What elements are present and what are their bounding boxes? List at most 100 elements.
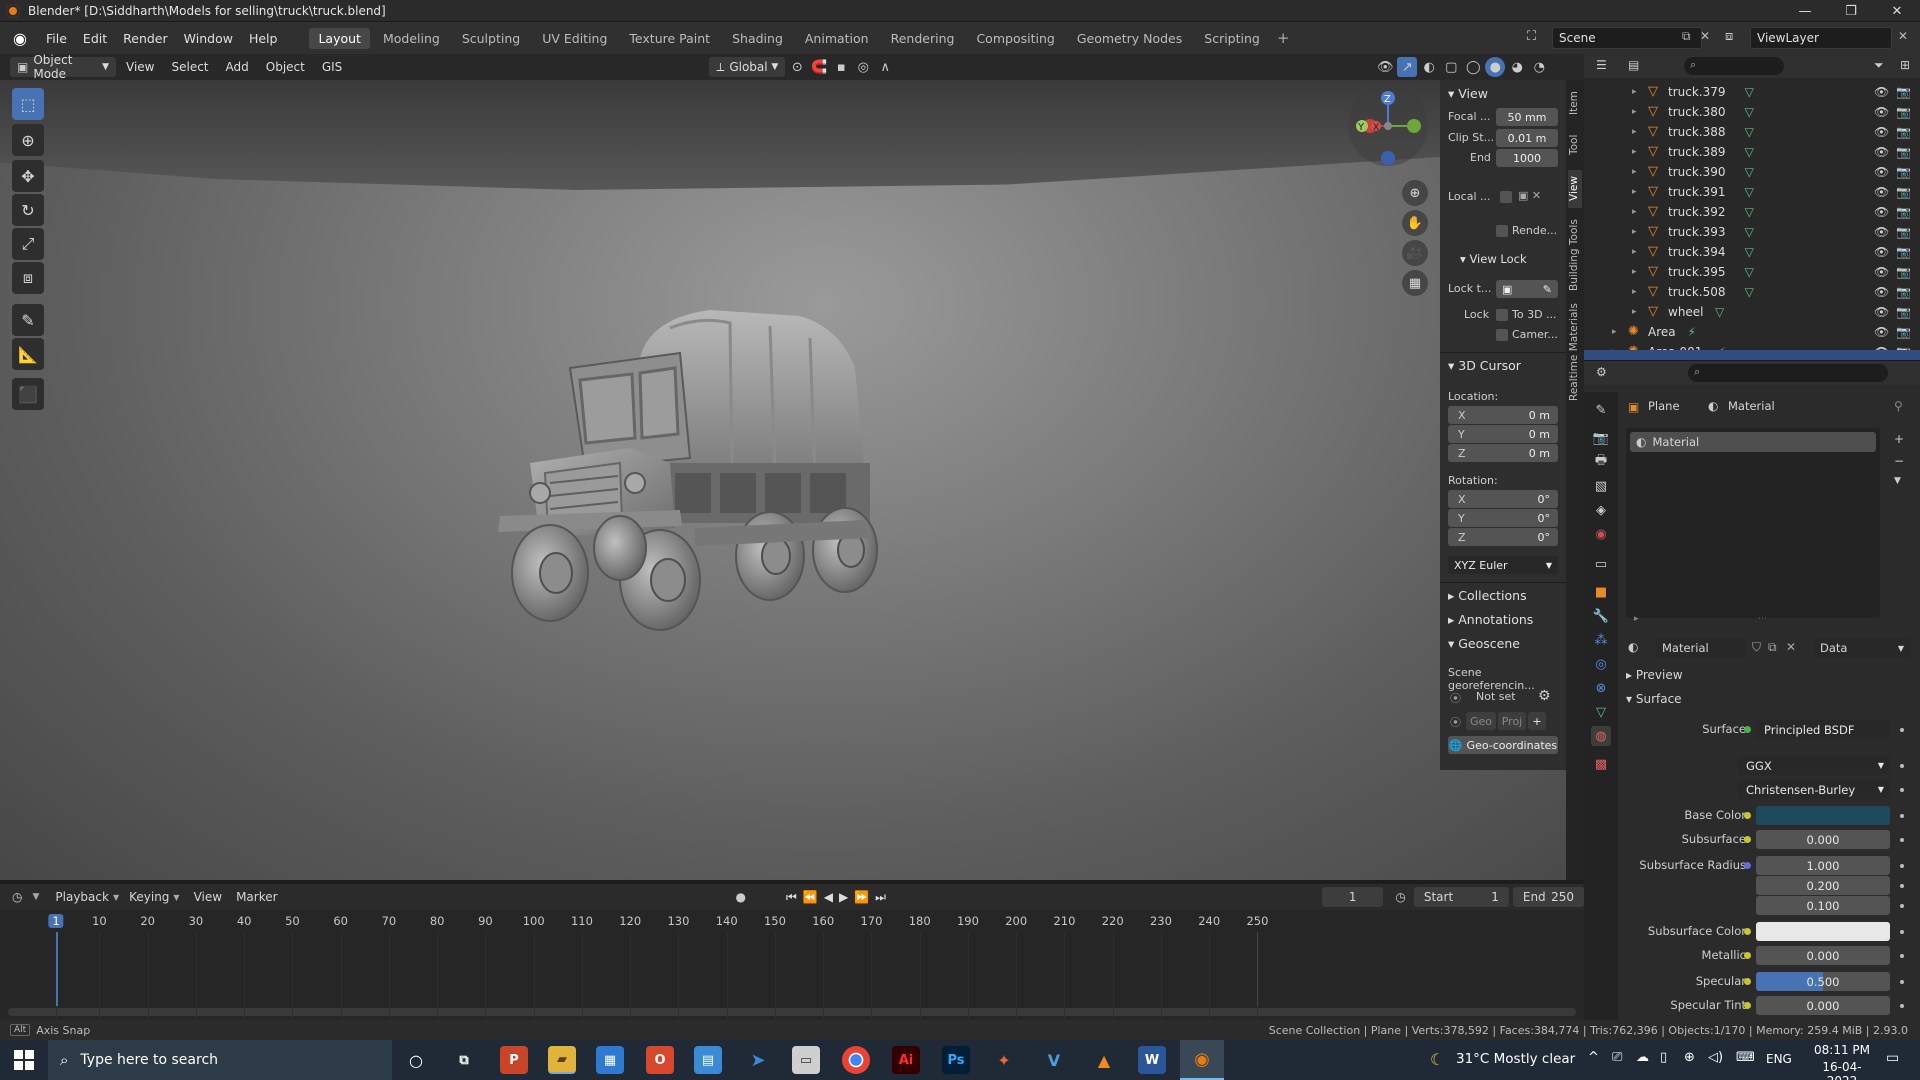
render-camera-icon[interactable]: 📷	[1896, 265, 1911, 279]
geoscene-section-header[interactable]: ▾ Geoscene	[1448, 636, 1520, 651]
visibility-eye-icon[interactable]: 👁	[1874, 245, 1889, 259]
printer-icon[interactable]: ▭	[792, 1046, 820, 1074]
chrome-icon[interactable]	[842, 1046, 870, 1074]
timeline-menu-marker[interactable]: Marker	[236, 890, 277, 904]
duplicate-icon[interactable]: ⧉	[1768, 640, 1777, 655]
falloff-icon[interactable]: ∧	[875, 57, 895, 77]
vlc-icon[interactable]: ▲	[1090, 1046, 1118, 1074]
tab-geometry-nodes[interactable]: Geometry Nodes	[1068, 28, 1191, 49]
local-camera-checkbox[interactable]	[1500, 191, 1512, 203]
keyboard-icon[interactable]: ⌨	[1736, 1050, 1755, 1065]
outliner-item[interactable]: ▸ ▽ truck.395 ▽ 👁 📷	[1584, 262, 1920, 282]
current-frame-field[interactable]: 1	[1321, 887, 1384, 907]
property-value-field[interactable]: Principled BSDF	[1756, 720, 1890, 739]
clock-date[interactable]: 16-04-2022	[1810, 1060, 1874, 1080]
new-collection-icon[interactable]: ⊞	[1900, 58, 1910, 72]
photoshop-icon[interactable]: Ps	[942, 1046, 970, 1074]
mesh-data-icon[interactable]: ▽	[1745, 145, 1754, 159]
render-camera-icon[interactable]: 📷	[1896, 185, 1911, 199]
property-value-field[interactable]: 0.000	[1756, 996, 1890, 1015]
viewport-menu-view[interactable]: View	[119, 57, 161, 77]
overlays-icon[interactable]: ◐	[1419, 57, 1439, 77]
end-frame-field[interactable]: End 250	[1512, 887, 1584, 907]
minimize-icon[interactable]: —	[1782, 0, 1828, 22]
browse-material-icon[interactable]: ◐	[1628, 640, 1638, 654]
illustrator-icon[interactable]: Ai	[892, 1046, 920, 1074]
visibility-eye-icon[interactable]: 👁	[1874, 325, 1889, 339]
control-panel-icon[interactable]: ▤	[694, 1046, 722, 1074]
task-view-icon[interactable]: ⧉	[450, 1046, 478, 1074]
camera-view-icon[interactable]: 🎥	[1402, 240, 1428, 266]
mesh-data-icon[interactable]: ▽	[1745, 185, 1754, 199]
mesh-data-icon[interactable]: ▽	[1745, 225, 1754, 239]
scene-tab-icon[interactable]: ◈	[1591, 500, 1611, 520]
clip-end-field[interactable]: 1000	[1496, 149, 1558, 167]
weather-text[interactable]: 31°C Mostly clear	[1456, 1051, 1575, 1067]
keyframe-dot-icon[interactable]	[1900, 1004, 1904, 1008]
tab-texture-paint[interactable]: Texture Paint	[620, 28, 719, 49]
render-camera-icon[interactable]: 📷	[1896, 285, 1911, 299]
data-tab-icon[interactable]: ▽	[1591, 702, 1611, 722]
sidebar-tab-realtime-materials[interactable]: Realtime Materials	[1568, 302, 1582, 402]
keyframe-dot-icon[interactable]	[1900, 864, 1904, 868]
output-tab-icon[interactable]: 🖶	[1591, 452, 1611, 472]
keyframe-dot-icon[interactable]	[1900, 728, 1904, 732]
rotate-tool-icon[interactable]: ↻	[12, 194, 44, 226]
focal-length-field[interactable]: 50 mm	[1496, 108, 1558, 126]
expand-arrow-icon[interactable]: ▸	[1632, 287, 1637, 297]
microsoft-store-icon[interactable]: ▦	[596, 1046, 624, 1074]
texture-tab-icon[interactable]: ▩	[1591, 754, 1611, 774]
tab-animation[interactable]: Animation	[796, 28, 878, 49]
tab-layout[interactable]: Layout	[309, 27, 370, 49]
tray-expand-icon[interactable]: ^	[1588, 1050, 1599, 1065]
socket-dot-icon[interactable]	[1744, 726, 1751, 733]
modifier-tab-icon[interactable]: 🔧	[1591, 606, 1611, 626]
display-mode-icon[interactable]: ▤	[1628, 58, 1639, 72]
visibility-eye-icon[interactable]: 👁	[1874, 225, 1889, 239]
socket-dot-icon[interactable]	[1744, 928, 1751, 935]
expand-arrow-icon[interactable]: ▸	[1632, 167, 1637, 177]
mesh-data-icon[interactable]: ▽	[1745, 85, 1754, 99]
outliner-search-input[interactable]: ⌕	[1684, 57, 1784, 75]
blender-logo-icon[interactable]: ◉	[10, 28, 30, 48]
notifications-icon[interactable]: ▭	[1886, 1050, 1899, 1066]
outliner-item[interactable]: ▸ ▽ truck.380 ▽ 👁 📷	[1584, 102, 1920, 122]
scene-close-icon[interactable]: ✕	[1700, 29, 1710, 43]
outliner-item[interactable]: ▸ ▽ truck.394 ▽ 👁 📷	[1584, 242, 1920, 262]
visibility-icon[interactable]: 👁	[1375, 57, 1395, 77]
outliner-selected-row[interactable]	[1584, 350, 1920, 360]
expand-arrow-icon[interactable]: ▸	[1634, 614, 1639, 624]
socket-dot-icon[interactable]	[1744, 836, 1751, 843]
timeline-dopesheet-area[interactable]	[0, 932, 1584, 1020]
expand-arrow-icon[interactable]: ▸	[1632, 307, 1637, 317]
timeline-menu-keying[interactable]: Keying	[129, 890, 169, 904]
word-icon[interactable]: W	[1138, 1046, 1166, 1074]
geo-coordinates-button[interactable]: 🌐 Geo-coordinates	[1448, 736, 1558, 754]
visibility-eye-icon[interactable]: 👁	[1874, 145, 1889, 159]
rotation-mode-dropdown[interactable]: XYZ Euler ▼	[1448, 556, 1558, 574]
timeline-menu-view[interactable]: View	[194, 890, 222, 904]
keyframe-dot-icon[interactable]	[1900, 788, 1904, 792]
vray-icon[interactable]: V	[1040, 1046, 1068, 1074]
render-camera-icon[interactable]: 📷	[1896, 145, 1911, 159]
wireframe-shading-icon[interactable]: ◯	[1463, 57, 1483, 77]
socket-dot-icon[interactable]	[1744, 1002, 1751, 1009]
gear-icon[interactable]: ⚙	[1538, 688, 1551, 704]
language-indicator[interactable]: ENG	[1766, 1052, 1792, 1066]
property-value-field[interactable]: 0.000	[1756, 946, 1890, 965]
expand-arrow-icon[interactable]: ▸	[1632, 247, 1637, 257]
tab-compositing[interactable]: Compositing	[967, 28, 1063, 49]
material-tab-icon[interactable]: ◍	[1591, 726, 1611, 746]
properties-search-input[interactable]: ⌕	[1688, 364, 1888, 382]
visibility-eye-icon[interactable]: 👁	[1874, 185, 1889, 199]
cursor-rotation-x[interactable]: X 0°	[1448, 490, 1558, 508]
property-value-field[interactable]: 1.000	[1756, 856, 1890, 875]
3d-cursor-section-header[interactable]: ▾ 3D Cursor	[1448, 358, 1521, 373]
mesh-data-icon[interactable]: ▽	[1745, 245, 1754, 259]
scene-icon[interactable]: ⛶	[1527, 29, 1536, 44]
annotate-tool-icon[interactable]: ✎	[12, 304, 44, 336]
battery-icon[interactable]: ▯	[1660, 1050, 1667, 1065]
viewlayer-close-icon[interactable]: ✕	[1898, 29, 1908, 43]
slot-specials-icon[interactable]: ▼	[1894, 476, 1901, 486]
mesh-data-icon[interactable]: ▽	[1745, 165, 1754, 179]
